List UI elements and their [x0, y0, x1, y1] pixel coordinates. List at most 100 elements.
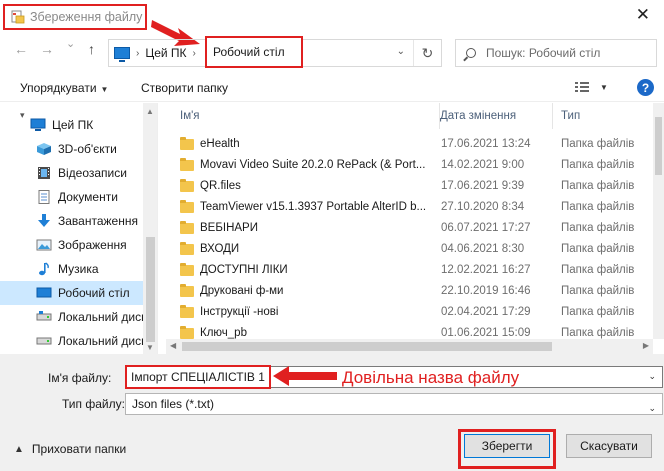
filename-input[interactable]: Імпорт СПЕЦІАЛІСТІВ 1: [125, 365, 271, 389]
breadcrumb-desktop[interactable]: Робочий стіл: [205, 36, 303, 68]
sidebar-item-3d-objects[interactable]: 3D-об'єкти: [0, 137, 143, 161]
file-type: Папка файлів: [561, 243, 635, 255]
file-date: 12.02.2021 16:27: [441, 264, 531, 276]
sidebar-item-downloads[interactable]: Завантаження: [0, 209, 143, 233]
address-bar[interactable]: › Цей ПК › Робочий стіл ⌄ ↻: [108, 36, 442, 68]
file-name: TeamViewer v15.1.3937 Portable AlterID b…: [200, 201, 427, 213]
file-type: Папка файлів: [561, 306, 635, 318]
scrollbar-thumb[interactable]: [146, 237, 155, 342]
scroll-down-icon[interactable]: ▼: [146, 343, 154, 352]
chevron-down-icon[interactable]: ⌄: [648, 371, 656, 382]
close-button[interactable]: ✕: [636, 6, 650, 23]
file-name: ДОСТУПНІ ЛІКИ: [200, 264, 288, 276]
file-date: 17.06.2021 9:39: [441, 180, 525, 192]
view-dropdown-icon[interactable]: ▼: [600, 83, 608, 92]
file-date: 06.07.2021 17:27: [441, 222, 531, 234]
command-toolbar: Упорядкувати ▼ Створити папку ▼ ?: [0, 74, 664, 102]
sidebar-item-label: Завантаження: [58, 214, 138, 228]
table-row[interactable]: QR.files 17.06.2021 9:39 Папка файлів: [166, 177, 653, 198]
pc-icon: [114, 47, 130, 62]
column-header-date[interactable]: Дата змінення: [432, 103, 553, 129]
filename-label: Ім'я файлу:: [48, 371, 112, 385]
sidebar-item-desktop[interactable]: Робочий стіл: [0, 281, 143, 305]
hide-folders-toggle[interactable]: ▲ Приховати папки: [14, 442, 126, 456]
sidebar-item-label: Документи: [58, 190, 118, 204]
file-type: Папка файлів: [561, 180, 635, 192]
folder-icon: [180, 242, 194, 255]
search-placeholder: Пошук: Робочий стіл: [486, 46, 601, 60]
file-date: 22.10.2019 16:46: [441, 285, 531, 297]
table-row[interactable]: TeamViewer v15.1.3937 Portable AlterID b…: [166, 198, 653, 219]
organize-button[interactable]: Упорядкувати ▼: [20, 81, 108, 95]
forward-button[interactable]: →: [40, 42, 54, 56]
file-list-horizontal-scrollbar[interactable]: ◀ ▶: [166, 339, 653, 354]
table-row[interactable]: ВХОДИ 04.06.2021 8:30 Папка файлів: [166, 240, 653, 261]
sidebar-item-local-disk[interactable]: Локальний диск: [0, 329, 143, 353]
table-row[interactable]: Movavi Video Suite 20.2.0 RePack (& Port…: [166, 156, 653, 177]
chevron-up-icon: ▲: [14, 443, 24, 455]
cube-3d-icon: [36, 142, 52, 156]
table-row[interactable]: ВЕБІНАРИ 06.07.2021 17:27 Папка файлів: [166, 219, 653, 240]
title-bar: Збереження файлу ✕: [0, 0, 664, 34]
organize-label: Упорядкувати: [20, 81, 97, 95]
drive-icon: [36, 310, 52, 324]
film-icon: [36, 166, 52, 180]
sidebar-item-this-pc[interactable]: Цей ПК: [0, 113, 143, 137]
breadcrumb-this-pc[interactable]: Цей ПК: [145, 46, 186, 60]
refresh-button[interactable]: ↻: [413, 40, 441, 66]
scroll-left-icon[interactable]: ◀: [170, 341, 176, 350]
filetype-select[interactable]: Json files (*.txt) ⌄: [125, 393, 663, 415]
save-button[interactable]: Зберегти: [464, 434, 550, 458]
folder-icon: [180, 179, 194, 192]
back-button[interactable]: ←: [14, 42, 28, 56]
folder-icon: [180, 200, 194, 213]
desktop-icon: [36, 286, 52, 300]
caret-down-icon: ▼: [100, 85, 109, 94]
scrollbar-thumb[interactable]: [182, 342, 552, 351]
sidebar-item-label: Відеозаписи: [58, 166, 127, 180]
sidebar-item-music[interactable]: Музика: [0, 257, 143, 281]
file-list-vertical-scrollbar[interactable]: [653, 103, 664, 339]
scrollbar-thumb[interactable]: [655, 117, 662, 175]
file-name: Movavi Video Suite 20.2.0 RePack (& Port…: [200, 159, 426, 171]
scroll-right-icon[interactable]: ▶: [643, 341, 649, 350]
up-button[interactable]: ↑: [88, 42, 95, 56]
app-icon: [11, 10, 25, 24]
sidebar-item-videos[interactable]: Відеозаписи: [0, 161, 143, 185]
breadcrumb-separator: ›: [192, 47, 196, 59]
table-row[interactable]: ДОСТУПНІ ЛІКИ 12.02.2021 16:27 Папка файлі…: [166, 261, 653, 282]
search-box[interactable]: Пошук: Робочий стіл: [455, 39, 657, 67]
sidebar-item-pictures[interactable]: Зображення: [0, 233, 143, 257]
cancel-button[interactable]: Скасувати: [566, 434, 652, 458]
help-button[interactable]: ?: [637, 79, 654, 96]
scroll-up-icon[interactable]: ▲: [146, 107, 154, 116]
sidebar-scrollbar[interactable]: ▲ ▼: [143, 103, 157, 354]
sidebar-item-local-disk[interactable]: Локальний диск: [0, 305, 143, 329]
sidebar-item-label: Зображення: [58, 238, 127, 252]
sidebar-item-label: Локальний диск: [58, 310, 143, 324]
folder-icon: [180, 263, 194, 276]
navigation-pane: ▾ Цей ПК 3D-об'єкти Відеозаписи Документ…: [0, 103, 158, 354]
file-type: Папка файлів: [561, 201, 635, 213]
new-folder-button[interactable]: Створити папку: [141, 81, 228, 95]
hide-folders-label: Приховати папки: [31, 442, 127, 456]
table-row[interactable]: Інструкції -нові 02.04.2021 17:29 Папка фа…: [166, 303, 653, 324]
column-header-type[interactable]: Тип: [553, 103, 653, 129]
sidebar-item-label: Музика: [58, 262, 99, 276]
annotation-filename-note: Довільна назва файлу: [342, 368, 520, 387]
sidebar-item-label: Робочий стіл: [58, 286, 130, 300]
search-icon: [466, 48, 476, 58]
file-name: Ключ_pb: [200, 327, 247, 339]
view-options-icon[interactable]: [574, 80, 590, 94]
sidebar-item-documents[interactable]: Документи: [0, 185, 143, 209]
address-dropdown-icon[interactable]: ⌄: [397, 46, 405, 57]
pc-icon: [30, 118, 46, 132]
table-row[interactable]: eHealth 17.06.2021 13:24 Папка файлів: [166, 135, 653, 156]
column-header-name[interactable]: Ім'я: [172, 103, 440, 129]
file-date: 17.06.2021 13:24: [441, 138, 531, 150]
navigation-bar: ← → ⌄ ↑ › Цей ПК › Робочий стіл ⌄ ↻ Пошу…: [0, 34, 664, 70]
table-row[interactable]: Друковані ф-ми 22.10.2019 16:46 Папка файл…: [166, 282, 653, 303]
breadcrumb-desktop-label: Робочий стіл: [213, 45, 285, 59]
recent-locations-button[interactable]: ⌄: [66, 39, 75, 50]
breadcrumb-separator: ›: [136, 47, 140, 59]
